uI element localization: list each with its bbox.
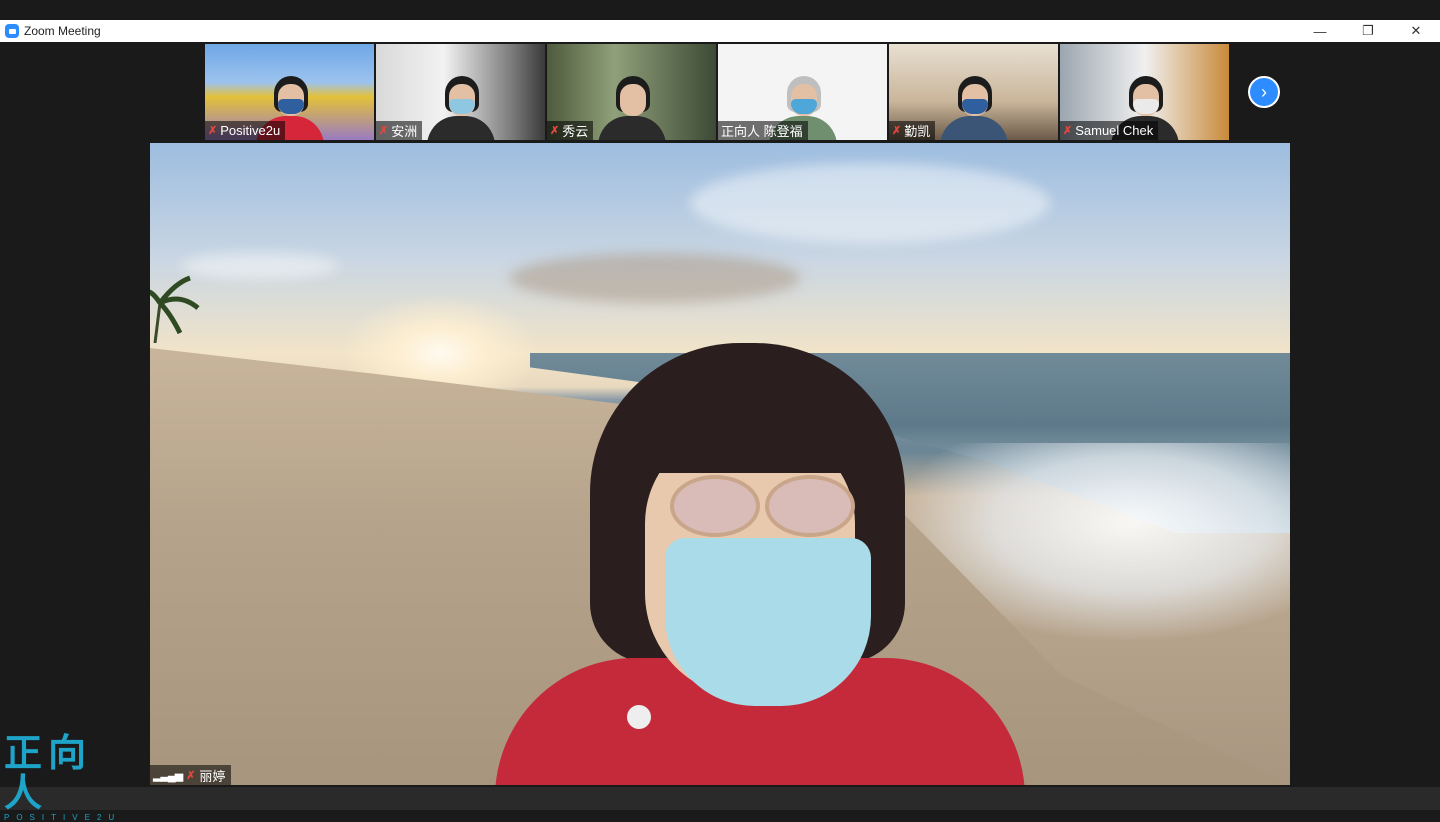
restore-button[interactable]: ❐ [1344,20,1392,42]
participant-name: 正向人 陈登福 [721,124,803,139]
window-title: Zoom Meeting [24,24,101,38]
participant-name: 安洲 [391,124,418,139]
participant-video [421,62,501,140]
participant-tile[interactable]: ✗ 勤凯 [889,44,1058,140]
participant-name: Positive2u [220,123,281,138]
participant-label: 正向人 陈登福 [718,121,808,140]
participant-tile[interactable]: ✗ 安洲 [376,44,545,140]
mic-muted-icon: ✗ [208,125,218,137]
participant-name: 勤凯 [904,124,931,139]
participant-tile[interactable]: ✗ Positive2u [205,44,374,140]
participant-label: ✗ 秀云 [547,121,594,140]
signal-strength-icon: ▂▃▄▅ [153,769,183,782]
logo-english-text: POSITIVE2U [4,813,122,822]
participant-label: ✗ Positive2u [205,121,286,140]
participant-tile[interactable]: 正向人 陈登福 [718,44,887,140]
positive2u-logo: 正向人 POSITIVE2U [4,733,134,822]
palm-tree-icon [150,275,200,343]
participant-label: ✗ 勤凯 [889,121,936,140]
mic-muted-icon: ✗ [186,769,196,782]
participant-label: ✗ 安洲 [376,121,423,140]
active-speaker-figure [495,343,1025,785]
participant-name: Samuel Chek [1075,123,1154,138]
mic-muted-icon: ✗ [1063,125,1073,137]
participant-name: 秀云 [562,124,589,139]
gallery-strip: ✗ Positive2u ✗ 安洲 ✗ 秀云 正向人 陈登福 ✗ 勤凯 ✗ Sa… [205,44,1229,140]
chevron-right-icon: › [1261,81,1267,102]
participant-video [592,62,672,140]
mic-muted-icon: ✗ [892,125,902,137]
bottom-strip [0,787,1440,810]
active-speaker-video[interactable]: ▂▃▄▅ ✗ 丽婷 [150,143,1290,785]
mic-muted-icon: ✗ [379,125,389,137]
logo-chinese-text: 正向人 [4,731,93,815]
participant-tile[interactable]: ✗ 秀云 [547,44,716,140]
meeting-area: ✗ Positive2u ✗ 安洲 ✗ 秀云 正向人 陈登福 ✗ 勤凯 ✗ Sa… [0,42,1440,787]
window-controls: — ❐ ✕ [1296,20,1440,42]
next-page-button[interactable]: › [1248,76,1280,108]
mic-muted-icon: ✗ [550,125,560,137]
active-speaker-label: ▂▃▄▅ ✗ 丽婷 [150,765,232,785]
window-title-bar[interactable]: Zoom Meeting — ❐ ✕ [0,20,1440,42]
close-button[interactable]: ✕ [1392,20,1440,42]
top-strip [0,0,1440,20]
zoom-app-icon [5,24,19,38]
participant-label: ✗ Samuel Chek [1060,121,1159,140]
active-speaker-name: 丽婷 [199,768,226,784]
minimize-button[interactable]: — [1296,20,1344,42]
participant-tile[interactable]: ✗ Samuel Chek [1060,44,1229,140]
participant-video [934,62,1014,140]
